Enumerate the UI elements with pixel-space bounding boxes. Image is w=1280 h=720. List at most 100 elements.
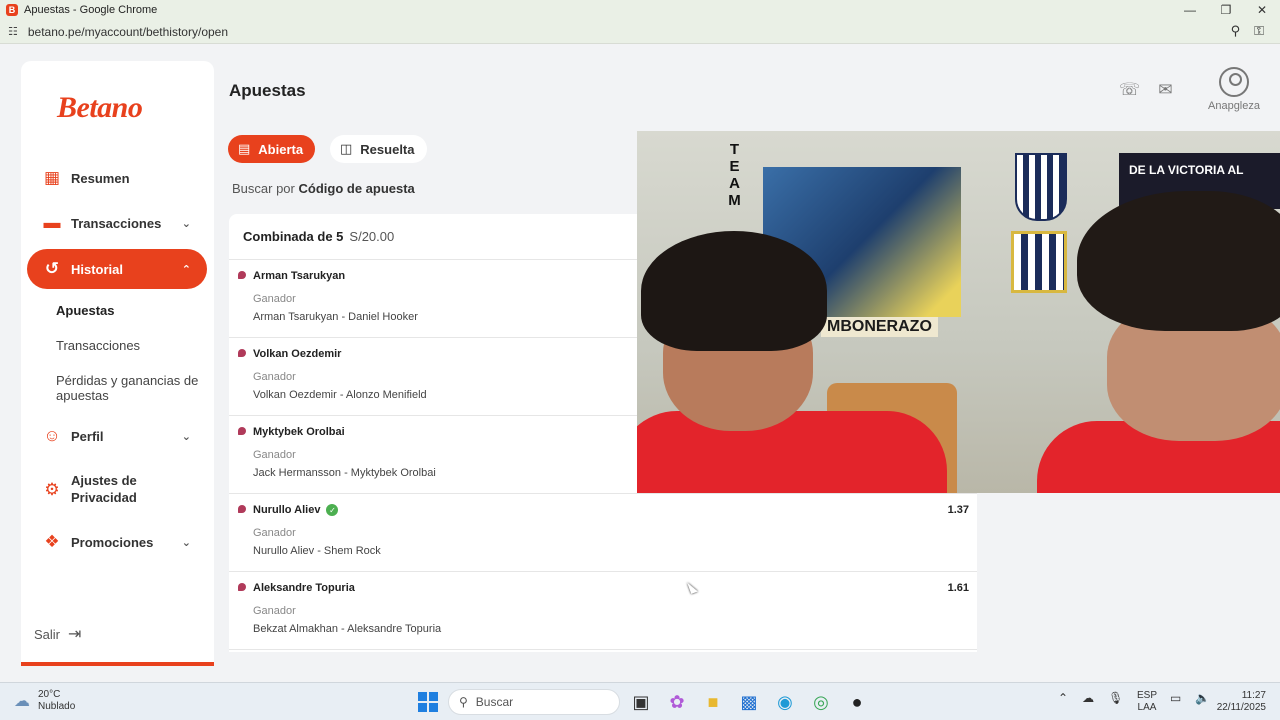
- logout-label: Salir: [34, 626, 61, 642]
- ufc-glove-icon: [238, 505, 246, 513]
- system-tray: ⌃ ☁ 🎙: [1058, 691, 1123, 705]
- minimize-icon[interactable]: —: [1172, 0, 1208, 20]
- team-strip-text: TEAM: [726, 141, 743, 209]
- chevron-down-icon: ⌄: [181, 217, 191, 230]
- header-actions: ☏ ✉: [1119, 80, 1173, 100]
- lang-layout: LAA: [1137, 702, 1157, 713]
- logout-button[interactable]: Salir ⇥: [34, 624, 81, 644]
- lang-code: ESP: [1137, 690, 1158, 701]
- betano-favicon-icon: B: [6, 4, 18, 16]
- subnav-transacciones[interactable]: Transacciones: [56, 338, 206, 353]
- selection-market: Ganador: [253, 527, 296, 539]
- selection-event: Jack Hermansson - Myktybek Orolbai: [253, 467, 436, 479]
- selection-pick: Arman Tsarukyan: [253, 270, 346, 282]
- ufc-glove-icon: [238, 349, 246, 357]
- logout-icon: ⇥: [68, 626, 82, 643]
- grid-icon: ▦: [43, 168, 61, 187]
- search-field[interactable]: Código de apuesta: [299, 181, 415, 196]
- poster-text: MBONERAZO: [821, 317, 938, 337]
- weather-desc: Nublado: [38, 701, 76, 712]
- check-circle-icon: ✓: [326, 504, 339, 516]
- taskbar-search-input[interactable]: ⚲ Buscar: [448, 689, 620, 715]
- user-icon: ☺: [43, 426, 61, 445]
- sidebar-item-promociones[interactable]: ❖ Promociones ⌄: [27, 522, 207, 562]
- close-icon[interactable]: ✕: [1244, 0, 1280, 20]
- tab-resuelta[interactable]: ◫ Resuelta: [330, 135, 427, 163]
- address-bar[interactable]: ☷ betano.pe/myaccount/bethistory/open ⚲ …: [0, 20, 1280, 44]
- brand-logo[interactable]: Betano: [57, 91, 143, 125]
- sidebar-item-resumen[interactable]: ▦ Resumen: [27, 158, 207, 198]
- user-menu[interactable]: Anapgleza: [1206, 67, 1262, 112]
- selection-market: Ganador: [253, 371, 296, 383]
- selection-event: Nurullo Aliev - Shem Rock: [253, 545, 381, 557]
- password-key-icon[interactable]: ⚿: [1254, 23, 1264, 39]
- microphone-icon[interactable]: 🎙: [1108, 691, 1123, 705]
- chrome-icon[interactable]: ◎: [810, 691, 832, 713]
- clock-time: 11:27: [1241, 690, 1266, 701]
- table-row: Aleksandre Topuria Ganador Bekzat Almakh…: [229, 572, 977, 650]
- cloud-icon: ☁: [14, 693, 30, 710]
- monitor-icon[interactable]: ▭: [1170, 691, 1181, 705]
- avatar-icon: [1219, 67, 1249, 97]
- cloud-offline-icon[interactable]: ☁: [1082, 691, 1094, 705]
- chevron-down-icon: ⌄: [181, 430, 191, 443]
- chevron-down-icon: ⌄: [181, 536, 191, 549]
- search-prefix: Buscar por: [232, 181, 295, 196]
- bet-title: Combinada de 5: [243, 229, 344, 244]
- subnav-perdidas-ganancias[interactable]: Pérdidas y ganancias de apuestas: [56, 373, 206, 403]
- subnav-apuestas[interactable]: Apuestas: [56, 303, 206, 318]
- selection-pick: Nurullo Aliev: [253, 504, 321, 516]
- search-placeholder: Buscar: [475, 695, 514, 709]
- sidebar-item-label: Perfil: [71, 428, 104, 444]
- copilot-icon[interactable]: ✿: [666, 691, 688, 713]
- selection-odds: 1.61: [947, 582, 969, 594]
- volume-icon[interactable]: 🔈: [1195, 691, 1210, 705]
- tab-label: Resuelta: [360, 141, 415, 157]
- language-indicator[interactable]: ESP LAA: [1137, 690, 1157, 714]
- search-by-code[interactable]: Buscar por Código de apuesta: [232, 181, 415, 196]
- bet-stake: S/20.00: [349, 229, 395, 244]
- weather-widget[interactable]: ☁ 20°C Nublado: [14, 689, 75, 713]
- username: Anapgleza: [1208, 100, 1260, 112]
- sidebar-item-label: Historial: [71, 261, 124, 277]
- site-settings-icon[interactable]: ☷: [8, 25, 18, 38]
- person-left: [637, 231, 947, 493]
- clock-date: 22/11/2025: [1216, 702, 1266, 713]
- selection-event: Arman Tsarukyan - Daniel Hooker: [253, 311, 418, 323]
- taskbar-apps: ▣ ✿ ■ ▩ ◉ ◎ ●: [630, 691, 868, 713]
- selection-event: Volkan Oezdemir - Alonzo Menifield: [253, 389, 427, 401]
- archive-icon: ◫: [340, 141, 353, 156]
- zoom-icon[interactable]: ⚲: [1231, 23, 1241, 39]
- chevron-up-icon: ⌃: [181, 263, 191, 276]
- maximize-icon[interactable]: ❐: [1208, 0, 1244, 20]
- selection-pick: Volkan Oezdemir: [253, 348, 342, 360]
- ufc-glove-icon: [238, 583, 246, 591]
- weather-temp: 20°C: [38, 689, 61, 700]
- selection-odds: 1.37: [947, 504, 969, 516]
- support-headset-icon[interactable]: ☏: [1119, 80, 1140, 100]
- gift-icon: ❖: [44, 532, 60, 551]
- account-sidebar: Betano ▦ Resumen ▬ Transacciones ⌄ ↺ His…: [21, 61, 214, 666]
- sidebar-item-transacciones[interactable]: ▬ Transacciones ⌄: [27, 203, 207, 243]
- file-explorer-icon[interactable]: ■: [702, 691, 724, 713]
- taskbar-clock[interactable]: 11:27 22/11/2025: [1212, 690, 1266, 714]
- sidebar-item-perfil[interactable]: ☺ Perfil ⌄: [27, 416, 207, 456]
- search-icon: ⚲: [459, 695, 468, 709]
- chevron-up-icon[interactable]: ⌃: [1058, 691, 1068, 705]
- sidebar-item-historial[interactable]: ↺ Historial ⌃: [27, 249, 207, 289]
- url-text[interactable]: betano.pe/myaccount/bethistory/open: [28, 25, 228, 39]
- ufc-glove-icon: [238, 271, 246, 279]
- obs-icon[interactable]: ●: [846, 691, 868, 713]
- mail-icon[interactable]: ✉: [1158, 80, 1172, 100]
- edge-icon[interactable]: ◉: [774, 691, 796, 713]
- sidebar-item-label: Ajustes de Privacidad: [71, 473, 137, 505]
- windows-start-icon[interactable]: [418, 692, 438, 712]
- selection-event: Bekzat Almakhan - Aleksandre Topuria: [253, 623, 442, 635]
- selection-pick: Myktybek Orolbai: [253, 426, 345, 438]
- card-icon: ▬: [43, 213, 61, 232]
- store-icon[interactable]: ▩: [738, 691, 760, 713]
- sidebar-item-label: Transacciones: [71, 215, 162, 231]
- tab-abierta[interactable]: ▤ Abierta: [228, 135, 316, 163]
- task-view-icon[interactable]: ▣: [630, 691, 652, 713]
- sidebar-item-ajustes-privacidad[interactable]: ⚙ Ajustes de Privacidad: [27, 467, 207, 511]
